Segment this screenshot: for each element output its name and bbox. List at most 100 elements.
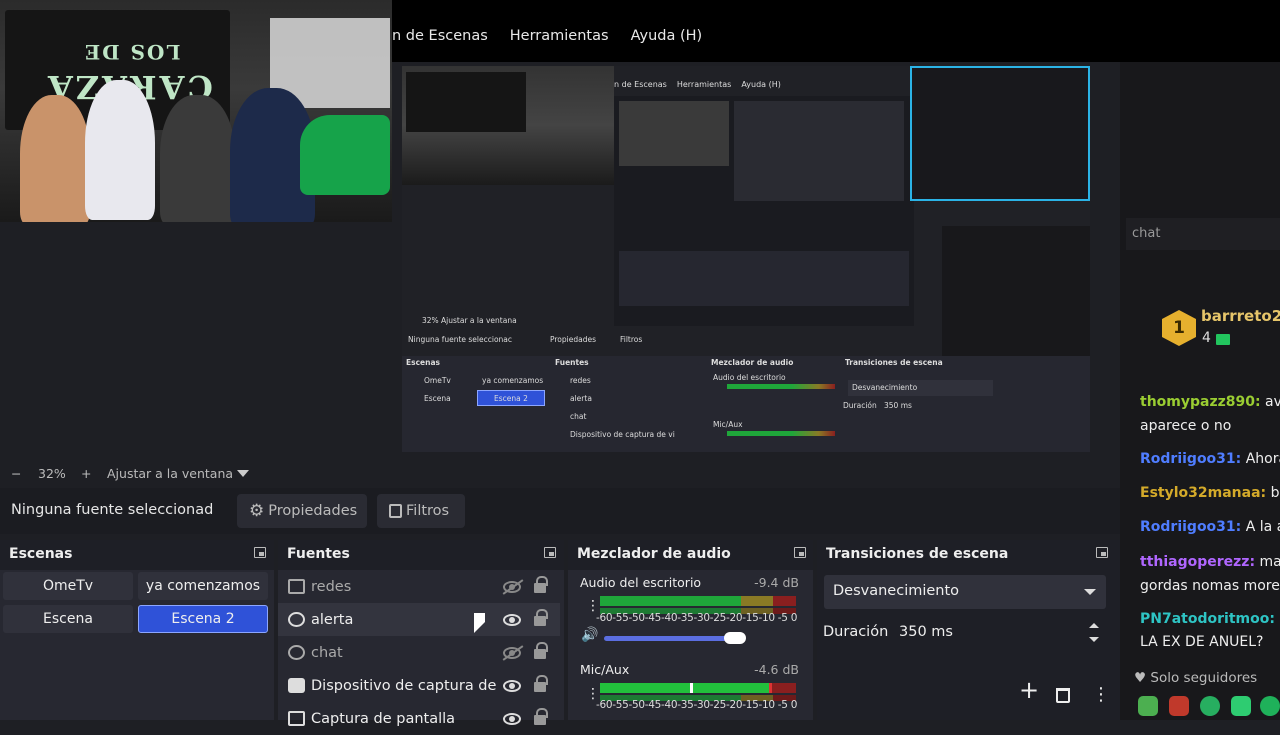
scene-ya-comenzamos[interactable]: ya comenzamos [138,572,268,600]
lock-icon[interactable] [534,609,548,626]
spin-down-icon[interactable] [1089,637,1099,642]
more-options-icon[interactable]: ⋮ [1092,684,1110,705]
properties-button[interactable]: ⚙ Propiedades [237,494,367,528]
chat-message: Estylo32manaa: bus [1140,481,1280,505]
emote-icon[interactable] [1231,696,1251,716]
mixer-channel-name: Mic/Aux [580,662,630,677]
eye-icon[interactable] [503,712,521,725]
menu-bar: n de Escenas Herramientas Ayuda (H) [392,28,702,54]
source-label: redes [311,578,352,595]
filters-button[interactable]: Filtros [377,494,465,528]
chat-text: bus [1270,485,1280,501]
inner-panel-title: Escenas [406,358,440,367]
window-icon [288,579,305,594]
webcam-overlay: LOS DE CARAZA [0,0,392,222]
no-source-selected-label: Ninguna fuente seleccionad [11,502,214,518]
chat-input[interactable]: chat [1126,218,1280,250]
eye-icon[interactable] [503,679,521,692]
top-user-count: 4 [1202,330,1211,346]
mixer-channel-db: -9.4 dB [754,575,799,590]
zoom-out-button[interactable]: − [11,466,21,481]
duration-value: 350 ms [899,624,953,640]
emote-icon[interactable] [1260,696,1280,716]
sources-list: redes alerta chat Dispositivo de captura… [278,570,564,727]
menu-help[interactable]: Ayuda (H) [631,28,703,54]
trash-icon[interactable] [1056,688,1070,703]
flag-text-line1: LOS DE [83,40,181,64]
source-label: alerta [311,611,354,628]
chat-username[interactable]: thomypazz890: [1140,394,1261,410]
person-3 [160,95,235,222]
chat-message: PN7atodoritmoo: ES [1140,607,1280,631]
volume-knob[interactable] [724,632,746,644]
float-dock-icon[interactable] [1096,547,1108,558]
source-row-screen-capture[interactable]: Captura de pantalla [278,702,560,735]
fit-window-label[interactable]: Ajustar a la ventana [107,466,233,481]
mixer-channel-db: -4.6 dB [754,662,799,677]
chat-username[interactable]: Rodriigoo31: [1140,451,1241,467]
source-row-chat[interactable]: chat [278,636,560,669]
transitions-dock: Transiciones de escena Desvanecimiento D… [817,540,1120,720]
inner-source: alerta [570,394,592,403]
source-row-redes[interactable]: redes [278,570,560,603]
lock-icon[interactable] [534,675,548,692]
zoom-dropdown-icon[interactable] [237,470,249,477]
source-row-alerta[interactable]: alerta [278,603,560,636]
float-dock-icon[interactable] [544,547,556,558]
rank-badge-icon: 1 [1162,310,1196,346]
chat-username[interactable]: PN7atodoritmoo: [1140,611,1275,627]
add-transition-icon[interactable]: + [1019,678,1039,702]
menu-tools[interactable]: Herramientas [510,28,609,54]
mouse-cursor-icon [474,613,485,633]
scene-escena-2[interactable]: Escena 2 [138,605,268,633]
zoom-in-button[interactable]: + [81,466,91,481]
scenes-list: OmeTv ya comenzamos Escena Escena 2 [0,570,274,720]
globe-icon [288,645,305,660]
inner-transition: Desvanecimiento [848,380,993,396]
eye-icon[interactable] [503,613,521,626]
source-row-capture-device[interactable]: Dispositivo de captura de vi [278,669,560,702]
scenes-title: Escenas [9,546,73,562]
spin-up-icon[interactable] [1089,623,1099,628]
gift-icon [1216,334,1230,345]
preview-inner-docks: Escenas Fuentes Mezclador de audio Trans… [402,356,1090,452]
scene-escena[interactable]: Escena [3,605,133,633]
chat-username[interactable]: Rodriigoo31: [1140,519,1241,535]
selected-source-bbox[interactable] [910,66,1090,201]
sources-dock: Fuentes redes alerta chat Dispositivo de… [278,540,564,727]
float-dock-icon[interactable] [254,547,266,558]
chevron-down-icon [1084,589,1096,595]
menu-scene-collection[interactable]: n de Escenas [392,28,488,54]
emote-icon[interactable] [1169,696,1189,716]
chat-text: gordas nomas morei [1140,578,1280,594]
inner-source: Dispositivo de captura de vi [570,430,675,439]
gaming-chair [300,115,390,195]
speaker-icon[interactable]: 🔊 [581,627,598,643]
chat-username[interactable]: tthiagoperezz: [1140,554,1255,570]
inner-scene-active: Escena 2 [477,390,545,406]
lock-icon[interactable] [534,708,548,725]
chat-text: ave [1265,394,1280,410]
mixer-channel-name: Audio del escritorio [580,575,702,590]
chat-message: thomypazz890: ave [1140,390,1280,414]
preview-canvas[interactable]: n de Escenas Herramientas Ayuda (H) 32% … [402,66,1090,452]
transition-select[interactable]: Desvanecimiento [824,575,1106,609]
duration-spinbox[interactable]: 350 ms [889,617,1106,649]
chat-text: A la aix [1245,519,1280,535]
filter-icon [389,504,402,518]
emote-icon[interactable] [1200,696,1220,716]
hidden-eye-icon[interactable] [503,646,521,659]
scene-ometv[interactable]: OmeTv [3,572,133,600]
inner-panel-title: Mezclador de audio [711,358,794,367]
chat-text: Ahora [1245,451,1280,467]
inner-panel-title: Transiciones de escena [845,358,943,367]
chat-text: LA EX DE ANUEL? [1140,634,1264,650]
hidden-eye-icon[interactable] [503,580,521,593]
inner-menu-item: Herramientas [676,80,732,89]
lock-icon[interactable] [534,642,548,659]
chat-username[interactable]: Estylo32manaa: [1140,485,1266,501]
lock-icon[interactable] [534,576,548,593]
float-dock-icon[interactable] [794,547,806,558]
emote-icon[interactable] [1138,696,1158,716]
gear-icon: ⚙ [249,501,265,521]
